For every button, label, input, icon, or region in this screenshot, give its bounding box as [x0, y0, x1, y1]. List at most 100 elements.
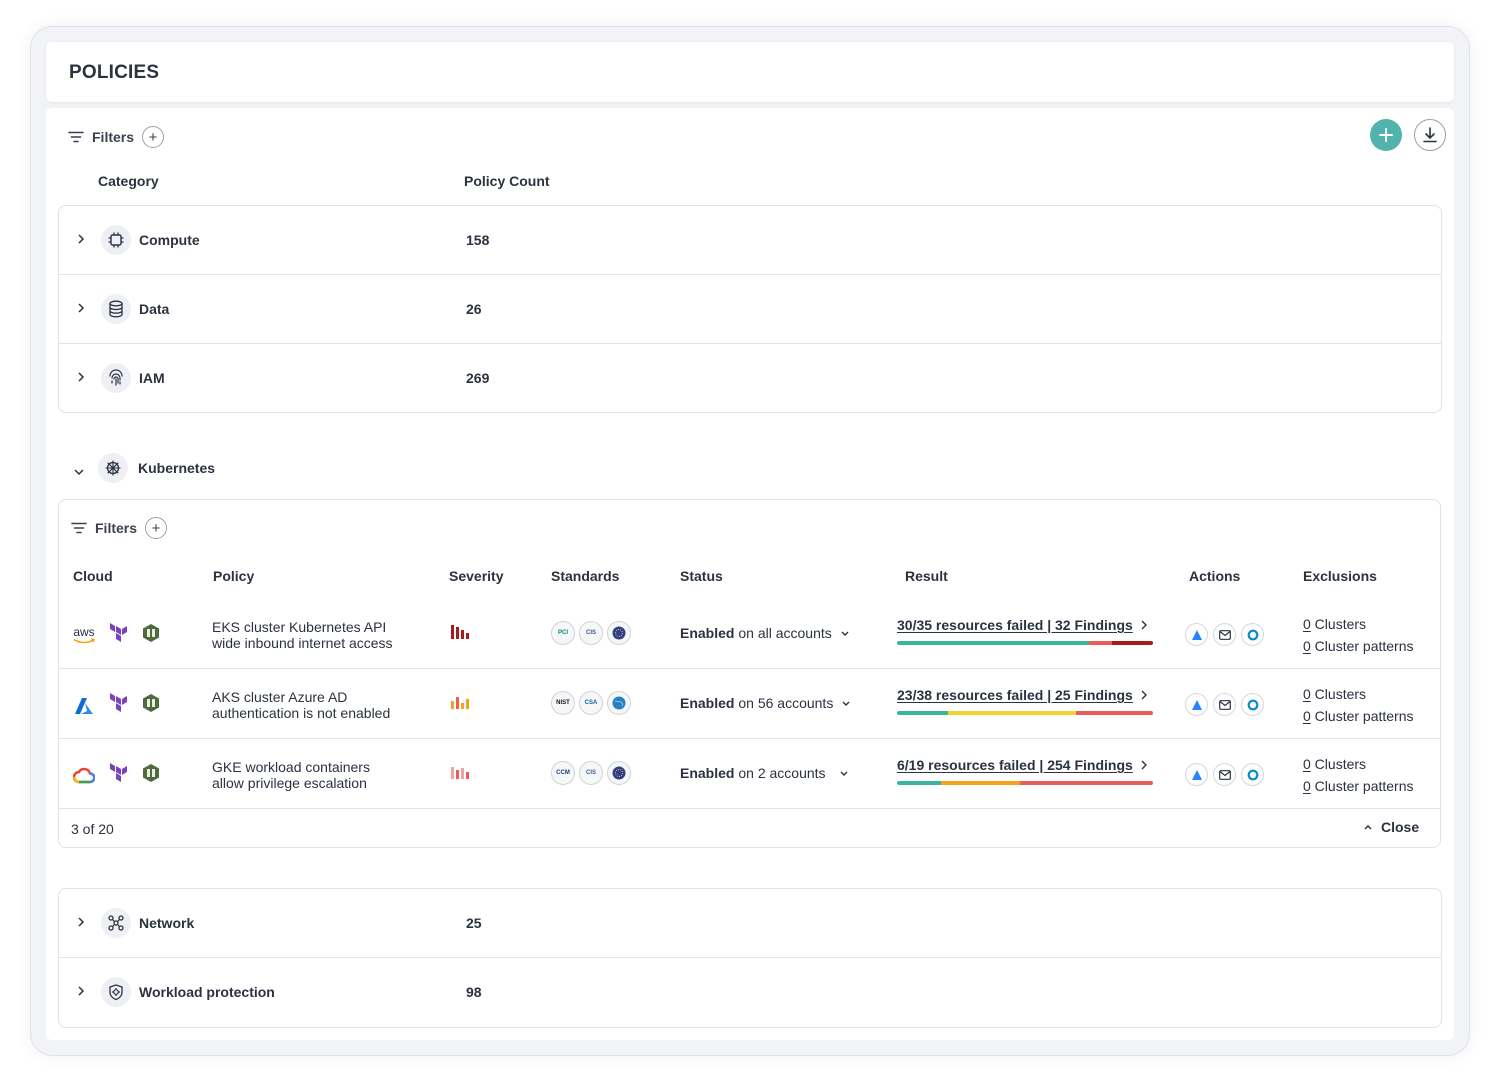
chevron-right-icon[interactable] [77, 372, 85, 382]
policy-column-header[interactable]: Policy [213, 568, 254, 584]
chevron-right-icon[interactable] [77, 234, 85, 244]
category-name: Compute [139, 232, 200, 248]
exclusion-clusters-label: Clusters [1310, 756, 1367, 772]
result-link[interactable]: 30/35 resources failed | 32 Findings [897, 617, 1153, 645]
exclusion-clusters-link[interactable]: 0 [1303, 686, 1311, 702]
status-value: Enabled [680, 695, 735, 711]
opa-icon [141, 623, 161, 648]
exclusion-patterns-link[interactable]: 0 [1303, 708, 1311, 724]
cis-standard-icon: CIS [579, 621, 603, 645]
result-link[interactable]: 6/19 resources failed | 254 Findings [897, 757, 1153, 785]
result-progress-bar [897, 711, 1153, 715]
status-dropdown[interactable]: Enabled on all accounts [680, 625, 850, 641]
category-count: 158 [466, 232, 490, 248]
k8s-filters-bar[interactable]: Filters + [71, 517, 168, 539]
filters-label: Filters [92, 129, 135, 145]
email-action-icon[interactable] [1213, 763, 1236, 786]
status-dropdown[interactable]: Enabled on 56 accounts [680, 695, 851, 711]
exclusion-clusters-link[interactable]: 0 [1303, 616, 1311, 632]
cis-standard-icon: CIS [579, 761, 603, 785]
chevron-right-icon[interactable] [77, 303, 85, 313]
status-column-header[interactable]: Status [680, 568, 723, 584]
category-name: IAM [139, 370, 165, 386]
table-row[interactable]: AKS cluster Azure AD authentication is n… [59, 669, 1440, 739]
standards-column-header[interactable]: Standards [551, 568, 619, 584]
chevron-right-icon[interactable] [77, 986, 85, 996]
helm-wheel-icon [98, 453, 128, 483]
policy-name-line1: EKS cluster Kubernetes API [212, 619, 387, 635]
severity-low-icon [451, 765, 469, 779]
category-row-compute[interactable]: Compute 158 [59, 206, 1441, 275]
category-name: Network [139, 915, 195, 931]
category-row-workload-protection[interactable]: Workload protection 98 [59, 958, 1441, 1027]
filters-label: Filters [95, 520, 138, 536]
category-row-network[interactable]: Network 25 [59, 889, 1441, 958]
filters-bar[interactable]: Filters + [68, 126, 165, 148]
network-icon [101, 908, 131, 938]
exclusions-cell: 0 Clusters 0 Cluster patterns [1303, 613, 1414, 657]
policy-name[interactable]: GKE workload containers allow privilege … [212, 759, 432, 791]
cloud-column-header[interactable]: Cloud [73, 568, 113, 584]
add-filter-button[interactable]: + [142, 126, 165, 148]
terraform-icon [109, 763, 129, 788]
exclusion-patterns-link[interactable]: 0 [1303, 638, 1311, 654]
close-label: Close [1381, 819, 1420, 835]
add-policy-button[interactable] [1370, 119, 1402, 151]
servicenow-action-icon[interactable] [1241, 763, 1264, 786]
download-button[interactable] [1414, 119, 1446, 151]
result-column-header[interactable]: Result [905, 568, 948, 584]
filter-icon [68, 131, 84, 143]
chevron-right-icon [1141, 690, 1148, 700]
gcp-icon [71, 767, 97, 785]
chevron-down-icon [840, 771, 848, 776]
close-button[interactable]: Close [1363, 819, 1419, 835]
actions-group [1185, 623, 1264, 646]
servicenow-action-icon[interactable] [1241, 623, 1264, 646]
policy-name[interactable]: AKS cluster Azure AD authentication is n… [212, 689, 432, 721]
chevron-right-icon[interactable] [77, 917, 85, 927]
category-column-header[interactable]: Category [98, 173, 159, 189]
category-count: 98 [466, 984, 482, 1000]
category-row-data[interactable]: Data 26 [59, 275, 1441, 344]
status-dropdown[interactable]: Enabled on 2 accounts [680, 765, 849, 781]
severity-critical-icon [451, 625, 469, 639]
table-row[interactable]: GKE workload containers allow privilege … [59, 739, 1440, 809]
exclusion-patterns-label: Cluster patterns [1310, 778, 1414, 794]
policy-name[interactable]: EKS cluster Kubernetes API wide inbound … [212, 619, 432, 651]
exclusion-patterns-link[interactable]: 0 [1303, 778, 1311, 794]
policy-name-line1: GKE workload containers [212, 759, 370, 775]
eu-standard-icon [607, 761, 631, 785]
pagination-text: 3 of 20 [71, 821, 114, 837]
actions-column-header[interactable]: Actions [1189, 568, 1240, 584]
exclusion-patterns-label: Cluster patterns [1310, 708, 1414, 724]
nist-standard-icon: NIST [551, 691, 575, 715]
servicenow-action-icon[interactable] [1241, 693, 1264, 716]
globe-standard-icon [607, 691, 631, 715]
severity-column-header[interactable]: Severity [449, 568, 503, 584]
standards-list: CCM CIS [551, 761, 631, 785]
exclusions-column-header[interactable]: Exclusions [1303, 568, 1377, 584]
plus-icon [1379, 128, 1393, 142]
chevron-right-icon [1141, 760, 1148, 770]
email-action-icon[interactable] [1213, 693, 1236, 716]
exclusions-cell: 0 Clusters 0 Cluster patterns [1303, 753, 1414, 797]
result-text: 30/35 resources failed | 32 Findings [897, 617, 1133, 633]
atlassian-action-icon[interactable] [1185, 693, 1208, 716]
category-name: Workload protection [139, 984, 275, 1000]
main-panel: Filters + Category Policy Count Compute … [46, 108, 1454, 1040]
chevron-down-icon[interactable] [74, 463, 84, 476]
email-action-icon[interactable] [1213, 623, 1236, 646]
category-name-kubernetes[interactable]: Kubernetes [138, 460, 215, 476]
policy-count-column-header[interactable]: Policy Count [464, 173, 550, 189]
atlassian-action-icon[interactable] [1185, 763, 1208, 786]
exclusion-clusters-link[interactable]: 0 [1303, 756, 1311, 772]
category-name: Data [139, 301, 170, 317]
status-scope: on 2 accounts [734, 765, 826, 781]
atlassian-action-icon[interactable] [1185, 623, 1208, 646]
category-row-iam[interactable]: IAM 269 [59, 344, 1441, 412]
add-filter-button[interactable]: + [145, 517, 168, 539]
chevron-right-icon [1141, 620, 1148, 630]
table-row[interactable]: aws EKS cluster Kubernetes API wide inbo… [59, 599, 1440, 669]
categories-card-top: Compute 158 Data 26 IAM 269 [58, 205, 1442, 413]
result-link[interactable]: 23/38 resources failed | 25 Findings [897, 687, 1153, 715]
